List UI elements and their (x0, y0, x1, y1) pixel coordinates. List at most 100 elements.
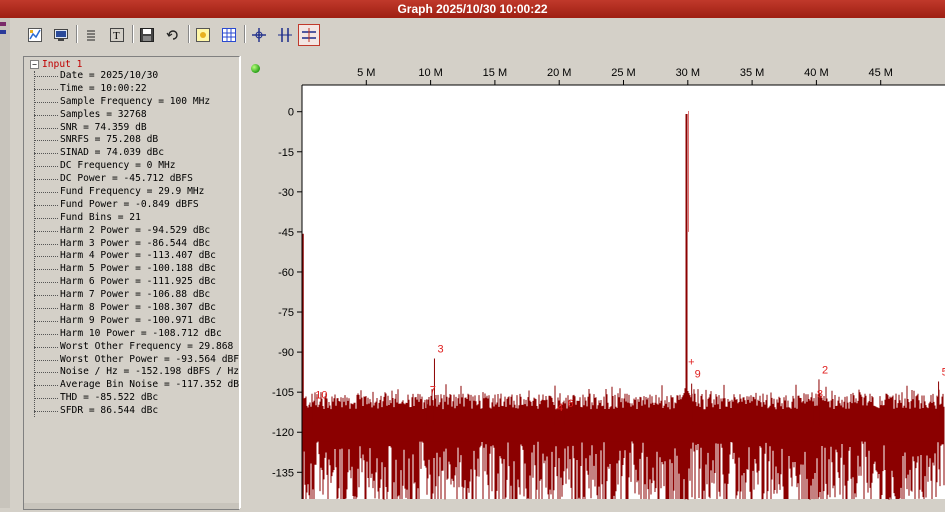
tree-item[interactable]: SNR = 74.359 dB (34, 121, 239, 135)
tree-connector (34, 295, 58, 297)
x-tick-label: 15 M (483, 67, 507, 79)
crosshair-icon (252, 28, 266, 42)
collapse-icon[interactable]: − (30, 59, 39, 69)
tree-connector (34, 398, 58, 400)
y-tick-label: -75 (278, 307, 294, 319)
tree-item-label: Average Bin Noise = -117.352 dBF (60, 379, 240, 391)
spectrum-chart[interactable]: 2 3 4 5 6 7 8 9 10 +5 M 10 M 15 M 20 M 25 M 30 M 35 M 40… (242, 58, 945, 508)
tree-item-label: Noise / Hz = -152.198 dBFS / Hz (60, 366, 240, 378)
tree-item[interactable]: Fund Frequency = 29.9 MHz (34, 186, 239, 199)
monitor-icon (54, 29, 68, 41)
tree-item[interactable]: SNRFS = 75.208 dB (34, 134, 239, 147)
tree-item[interactable]: Date = 2025/10/30 (34, 70, 239, 83)
tree-item[interactable]: DC Power = -45.712 dBFS (34, 173, 239, 186)
display-settings-button[interactable] (50, 24, 72, 46)
list-icon (87, 30, 95, 41)
harmonic-label-2: 2 (822, 364, 828, 376)
marker-button[interactable] (192, 24, 214, 46)
horizontal-scrollbar[interactable] (24, 503, 239, 509)
tree-item[interactable]: Harm 6 Power = -111.925 dBc (34, 276, 239, 289)
tree-item-label: DC Power = -45.712 dBFS (60, 173, 193, 185)
text-button[interactable]: T (106, 24, 128, 46)
x-tick-label: 25 M (611, 67, 635, 79)
chart-icon (28, 28, 42, 42)
tree-connector (34, 192, 58, 194)
tree-item-label: Worst Other Power = -93.564 dBFS (60, 353, 240, 365)
tree-item[interactable]: Sample Frequency = 100 MHz (34, 96, 239, 109)
tree-item[interactable]: DC Frequency = 0 MHz (34, 160, 239, 173)
tree-connector (34, 140, 58, 142)
horizontal-cursor-button[interactable] (298, 24, 320, 46)
tree-item[interactable]: THD = -85.522 dBc (34, 392, 239, 405)
tree-connector (34, 333, 58, 335)
tree-item[interactable]: Worst Other Power = -93.564 dBFS (34, 353, 240, 367)
harmonic-label-8: 8 (817, 388, 823, 400)
y-tick-label: -45 (278, 227, 294, 239)
tree-connector (34, 256, 58, 258)
save-icon (140, 28, 154, 42)
harmonic-label-4: 4 (557, 402, 563, 414)
y-tick-label: 0 (288, 107, 294, 119)
tree-connector (34, 269, 58, 271)
grid-button[interactable] (218, 24, 240, 46)
tree-item-label: SINAD = 74.039 dBc (60, 147, 164, 159)
x-tick-label: 5 M (357, 67, 375, 79)
harmonic-label-9: 9 (695, 369, 701, 381)
tree-item-label: SNR = 74.359 dB (60, 121, 147, 133)
window-title: Graph 2025/10/30 10:00:22 (0, 0, 945, 18)
tree-item[interactable]: Harm 10 Power = -108.712 dBc (34, 328, 239, 341)
tree-connector (34, 385, 58, 387)
y-tick-label: -105 (272, 387, 294, 399)
crosshair-button[interactable] (248, 24, 270, 46)
y-tick-label: -30 (278, 187, 294, 199)
tree-item[interactable]: Harm 4 Power = -113.407 dBc (34, 250, 239, 263)
vertical-cursor-button[interactable] (274, 24, 296, 46)
tree-item[interactable]: Average Bin Noise = -117.352 dBF (34, 379, 240, 392)
tree-item-label: SNRFS = 75.208 dB (60, 134, 159, 146)
save-button[interactable] (136, 24, 158, 46)
tree-item[interactable]: Harm 8 Power = -108.307 dBc (34, 302, 239, 315)
x-tick-label: 30 M (676, 67, 700, 79)
tree-item-label: Samples = 32768 (60, 108, 147, 120)
x-tick-label: 35 M (740, 67, 764, 79)
undo-button[interactable] (162, 24, 184, 46)
list-view-button[interactable] (80, 24, 102, 46)
tree-item[interactable]: SFDR = 86.544 dBc (34, 405, 239, 418)
harmonic-label-5: 5 (942, 366, 945, 378)
measurement-tree[interactable]: − Input 1 Date = 2025/10/30 Time = 10:00:2… (23, 56, 240, 510)
tree-item[interactable]: Harm 9 Power = -100.971 dBc (34, 315, 239, 328)
harmonic-label-3: 3 (437, 344, 443, 356)
tree-item[interactable]: Harm 2 Power = -94.529 dBc (34, 225, 239, 238)
spectrum-plot[interactable]: 2 3 4 5 6 7 8 9 10 +5 M 10 M 15 M 20 M 25 M 30 M 35 M 40… (242, 58, 945, 508)
x-tick-label: 40 M (804, 67, 828, 79)
tree-item[interactable]: Noise / Hz = -152.198 dBFS / Hz (34, 366, 240, 379)
tree-item[interactable]: Harm 3 Power = -86.544 dBc (34, 238, 239, 251)
tree-items: Date = 2025/10/30 Time = 10:00:22 Sample F… (34, 70, 240, 418)
tree-item[interactable]: Harm 5 Power = -100.188 dBc (34, 263, 239, 276)
tree-item-label: Date = 2025/10/30 (60, 70, 159, 81)
tree-item[interactable]: Fund Bins = 21 (34, 212, 239, 225)
tree-connector (34, 166, 58, 168)
tree-connector (34, 282, 58, 284)
toolbar: T (18, 22, 320, 48)
y-tick-label: -120 (272, 427, 294, 439)
edge-marker (0, 30, 6, 34)
undo-icon (166, 30, 178, 40)
toolbar-separator (244, 25, 246, 43)
chart-properties-button[interactable] (24, 24, 46, 46)
tree-item[interactable]: Worst Other Frequency = 29.868 M (34, 341, 239, 354)
tree-connector (34, 411, 58, 413)
edge-marker (0, 22, 6, 26)
tree-connector (34, 76, 58, 77)
tree-connector (34, 88, 58, 90)
tree-item[interactable]: Harm 7 Power = -106.88 dBc (34, 289, 239, 302)
y-tick-label: -135 (272, 467, 294, 479)
tree-item-label: Time = 10:00:22 (60, 82, 147, 94)
tree-item[interactable]: Samples = 32768 (34, 108, 239, 122)
tree-item[interactable]: Fund Power = -0.849 dBFS (34, 198, 239, 212)
tree-item[interactable]: Time = 10:00:22 (34, 82, 239, 96)
tree-item-label: Fund Power = -0.849 dBFS (60, 198, 199, 210)
tree-root-label: Input 1 (42, 59, 83, 70)
tree-item[interactable]: SINAD = 74.039 dBc (34, 147, 239, 160)
x-tick-label: 20 M (547, 67, 571, 79)
